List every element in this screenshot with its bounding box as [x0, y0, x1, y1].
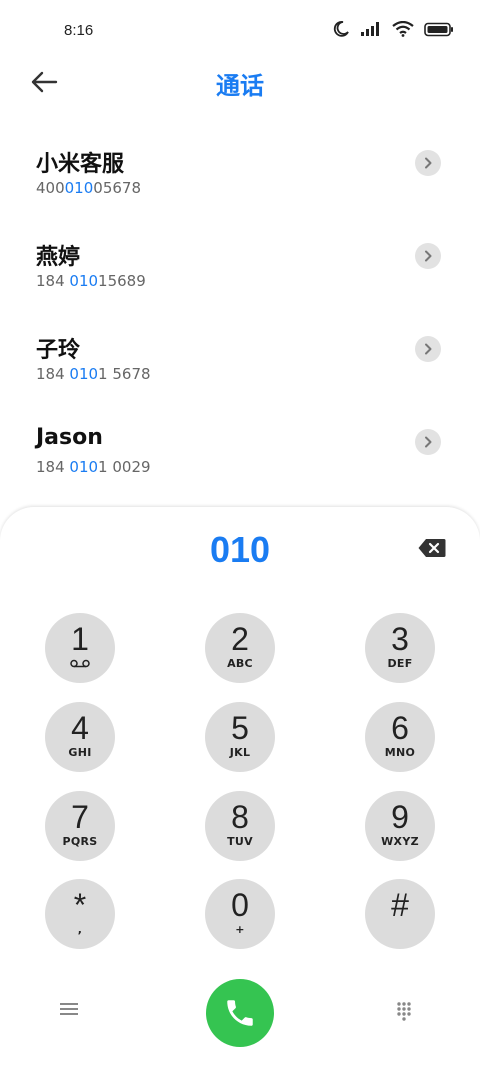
status-icons	[332, 20, 454, 38]
dialpad-panel: 010 1 2 ABC 3 DEF 4 GHI 5 JKL 6 MNO 7 PQ…	[0, 507, 480, 1066]
keypad-toggle-button[interactable]	[396, 1001, 412, 1025]
key-0[interactable]: 0 +	[205, 879, 275, 949]
contact-name: 燕婷	[36, 245, 81, 270]
match-highlight: 010	[64, 179, 94, 197]
battery-icon	[424, 22, 453, 36]
dialpad-bottom-bar	[0, 979, 480, 1049]
contact-list: 小米客服 40001005678 燕婷 184 01015689 子玲 184 …	[0, 130, 480, 502]
call-button[interactable]	[206, 979, 274, 1047]
contact-number: 184 0101 0029	[36, 458, 151, 476]
contact-number: 40001005678	[36, 179, 141, 197]
key-9[interactable]: 9 WXYZ	[365, 791, 435, 861]
key-8[interactable]: 8 TUV	[205, 791, 275, 861]
dialed-number: 010	[209, 529, 271, 570]
chevron-right-icon	[425, 343, 432, 355]
chevron-right-icon	[425, 157, 432, 169]
contact-row[interactable]: 小米客服 40001005678	[0, 130, 480, 223]
contact-name: 小米客服	[36, 152, 125, 177]
contact-number: 184 01015689	[36, 272, 146, 290]
backspace-icon	[418, 539, 446, 557]
key-1[interactable]: 1	[45, 613, 115, 683]
status-bar: 8:16	[0, 0, 480, 62]
signal-icon	[361, 22, 379, 36]
key-7[interactable]: 7 PQRS	[45, 791, 115, 861]
page-title: 通话	[216, 72, 264, 100]
phone-icon	[227, 1000, 253, 1026]
key-4[interactable]: 4 GHI	[45, 702, 115, 772]
contact-detail-button[interactable]	[415, 150, 441, 176]
key-5[interactable]: 5 JKL	[205, 702, 275, 772]
contact-number: 184 0101 5678	[36, 365, 151, 383]
contact-row[interactable]: Jason 184 0101 0029	[0, 409, 480, 502]
voicemail-icon	[70, 659, 90, 668]
status-time: 8:16	[64, 22, 94, 39]
key-2[interactable]: 2 ABC	[205, 613, 275, 683]
app-header: 通话	[0, 58, 480, 108]
match-highlight: 010	[69, 458, 99, 476]
match-highlight: 010	[69, 365, 99, 383]
key-star[interactable]: * ,	[45, 879, 115, 949]
match-highlight: 010	[69, 272, 99, 290]
dialpad-grid-icon	[397, 1002, 411, 1021]
wifi-icon	[392, 21, 414, 37]
chevron-right-icon	[425, 250, 432, 262]
contact-name: 子玲	[36, 338, 81, 363]
menu-button[interactable]	[60, 1001, 78, 1021]
contact-detail-button[interactable]	[415, 243, 441, 269]
key-6[interactable]: 6 MNO	[365, 702, 435, 772]
chevron-right-icon	[425, 436, 432, 448]
hamburger-menu-icon	[60, 1003, 78, 1015]
key-hash[interactable]: #	[365, 879, 435, 949]
contact-name: Jason	[36, 425, 103, 450]
do-not-disturb-moon-icon	[333, 21, 349, 37]
contact-row[interactable]: 燕婷 184 01015689	[0, 223, 480, 316]
key-3[interactable]: 3 DEF	[365, 613, 435, 683]
contact-detail-button[interactable]	[415, 429, 441, 455]
contact-row[interactable]: 子玲 184 0101 5678	[0, 316, 480, 409]
backspace-button[interactable]	[418, 538, 446, 562]
contact-detail-button[interactable]	[415, 336, 441, 362]
